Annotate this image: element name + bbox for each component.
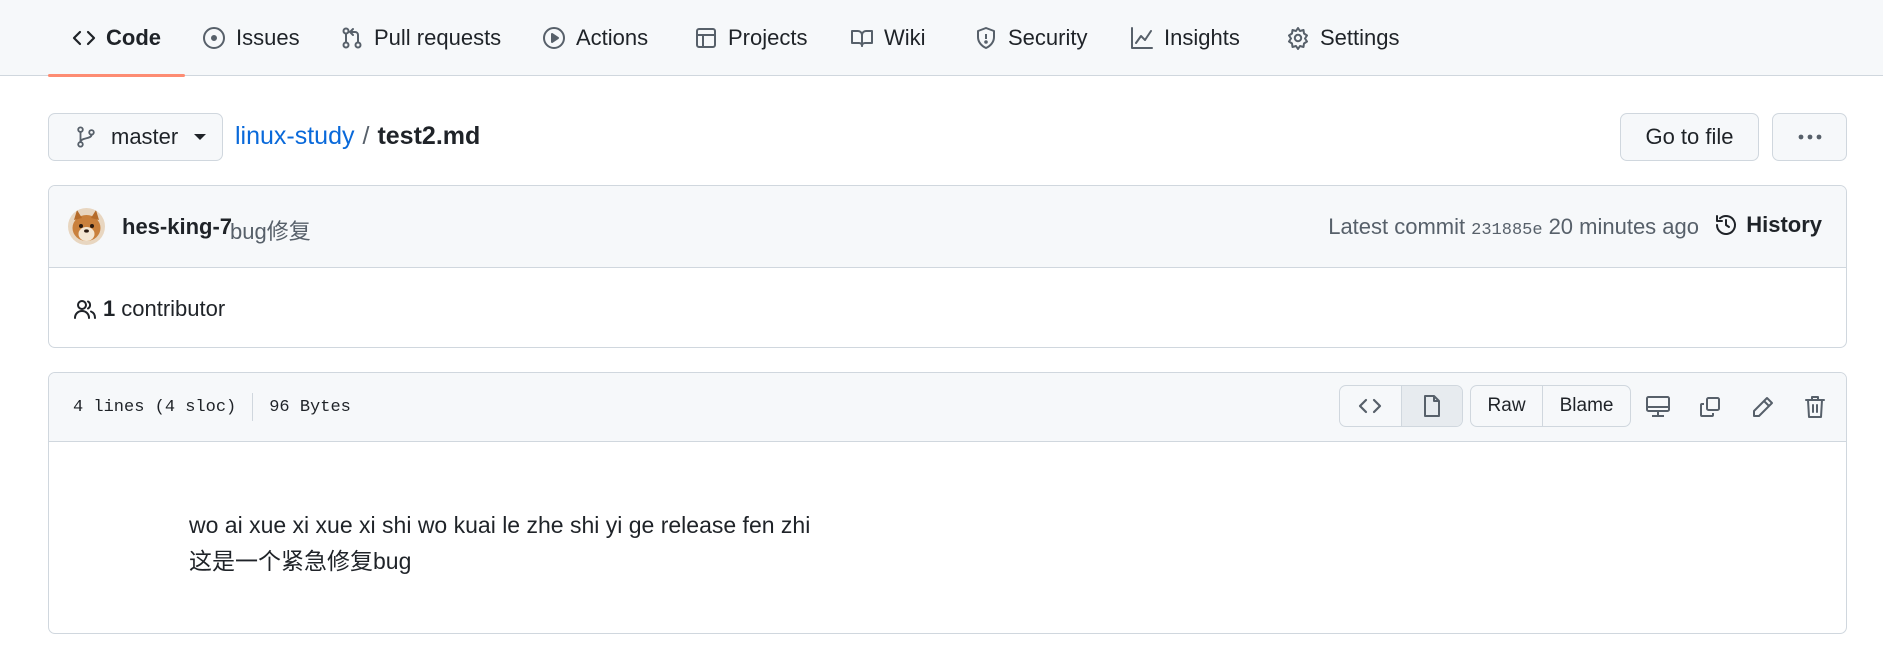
tab-projects-label: Projects [728,25,808,50]
breadcrumb-separator: / [362,122,370,150]
tab-security[interactable]: Security [950,0,1111,76]
latest-commit-info: Latest commit 231885e 20 minutes ago [1328,214,1699,240]
trash-icon[interactable] [1804,395,1826,419]
file-info-divider [252,393,254,421]
graph-icon [1130,26,1154,50]
tab-insights-label: Insights [1164,25,1240,50]
tab-issues[interactable]: Issues [178,0,324,76]
preview-view-button[interactable] [1400,386,1462,426]
code-icon [72,26,96,50]
raw-blame-group: Raw Blame [1470,385,1631,427]
contributor-label: contributor [121,296,226,321]
tab-wiki-label: Wiki [884,25,926,50]
tab-settings-label: Settings [1320,25,1400,50]
shield-icon [974,26,998,50]
commit-header: hes-king-7 bug修复 Latest commit 231885e 2… [49,186,1846,268]
tab-settings[interactable]: Settings [1262,0,1424,76]
copy-icon[interactable] [1698,395,1722,419]
file-content: wo ai xue xi xue xi shi wo kuai le zhe s… [189,507,810,579]
tab-issues-label: Issues [236,25,300,50]
commit-time: 20 minutes ago [1548,214,1699,239]
git-pull-request-icon [340,26,364,50]
blame-button[interactable]: Blame [1542,386,1630,426]
history-button[interactable]: History [1714,212,1822,238]
history-label: History [1746,212,1822,237]
caret-down-icon [194,134,207,140]
breadcrumb-file-name: test2.md [377,122,481,150]
branch-name: master [111,124,179,149]
tab-actions-label: Actions [576,25,649,50]
file-size: 96 Bytes [269,397,351,417]
play-icon [542,26,566,50]
tab-code-label: Code [106,25,161,50]
tab-projects[interactable]: Projects [670,0,831,76]
file-viewer: 4 lines (4 sloc) 96 Bytes Raw Blame wo a… [48,372,1847,634]
file-info: 4 lines (4 sloc) 96 Bytes [73,373,351,441]
pencil-icon[interactable] [1751,395,1775,419]
tab-pull-requests[interactable]: Pull requests [316,0,525,76]
raw-button[interactable]: Raw [1471,386,1542,426]
book-icon [850,26,874,50]
tab-wiki[interactable]: Wiki [826,0,950,76]
repo-navigation: Code Issues Pull requests Actions Projec… [0,0,1883,77]
code-icon [1358,394,1382,418]
file-icon [1421,394,1443,418]
content-line: 这是一个紧急修复bug [189,548,412,574]
breadcrumb: linux-study / test2.md [235,122,480,151]
issue-opened-icon [202,26,226,50]
table-icon [694,26,718,50]
avatar[interactable] [68,208,105,245]
tab-pull-requests-label: Pull requests [374,25,502,50]
tab-code[interactable]: Code [48,0,185,77]
code-view-button[interactable] [1340,386,1401,426]
latest-commit-box: hes-king-7 bug修复 Latest commit 231885e 2… [48,185,1847,348]
file-lines-info: 4 lines (4 sloc) [73,397,237,417]
commit-author[interactable]: hes-king-7 [122,214,232,240]
breadcrumb-repo-link[interactable]: linux-study [235,122,355,151]
gear-icon [1286,26,1310,50]
desktop-icon[interactable] [1645,395,1671,419]
contributors-link[interactable]: 1 contributor [73,296,225,322]
commit-message[interactable]: bug修复 [230,214,311,246]
content-line: wo ai xue xi xue xi shi wo kuai le zhe s… [189,512,811,538]
tab-actions[interactable]: Actions [518,0,672,76]
go-to-file-button[interactable]: Go to file [1620,113,1759,161]
people-icon [73,297,97,321]
commit-sha-link[interactable]: 231885e [1471,221,1542,240]
file-header: 4 lines (4 sloc) 96 Bytes Raw Blame [49,373,1846,442]
history-icon [1714,213,1738,237]
tab-insights[interactable]: Insights [1106,0,1264,76]
more-options-button[interactable] [1772,113,1847,161]
latest-commit-label: Latest commit [1328,214,1466,239]
kebab-horizontal-icon [1797,133,1823,141]
view-mode-toggle [1339,385,1463,427]
tab-security-label: Security [1008,25,1088,50]
branch-selector-button[interactable]: master [48,113,223,161]
git-branch-icon [75,126,97,148]
contributor-count: 1 [103,296,116,321]
